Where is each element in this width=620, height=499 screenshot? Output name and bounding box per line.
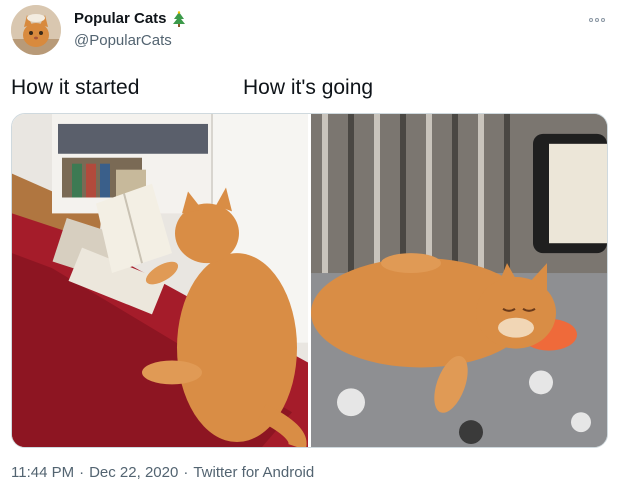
photo-cat-reading[interactable] (12, 114, 308, 447)
tweet-metadata: 11:44 PM · Dec 22, 2020 · Twitter for An… (11, 464, 314, 481)
more-options-dot (595, 18, 599, 22)
photo-cat-sleeping[interactable] (311, 114, 607, 447)
meta-separator: · (79, 464, 85, 481)
tweet-media[interactable] (11, 113, 608, 448)
caption-how-its-going: How it's going (243, 76, 374, 99)
display-name[interactable]: Popular Cats (74, 10, 167, 27)
more-options-button[interactable] (585, 13, 609, 27)
tweet-client-link[interactable]: Twitter for Android (193, 464, 314, 481)
caption-how-it-started: How it started (11, 76, 140, 99)
tweet-date[interactable]: Dec 22, 2020 (89, 464, 178, 481)
tweet-card: Popular Cats @PopularCats How it started… (0, 0, 620, 499)
christmas-tree-icon (172, 10, 186, 27)
tweet-time[interactable]: 11:44 PM (11, 464, 74, 481)
cat-avatar-image (11, 5, 61, 55)
user-handle[interactable]: @PopularCats (74, 32, 172, 49)
cat-sleeping-image (311, 114, 607, 447)
more-options-icon (589, 18, 593, 22)
avatar[interactable] (11, 5, 61, 55)
meta-separator: · (183, 464, 189, 481)
cat-reading-image (12, 114, 308, 447)
more-options-dot (601, 18, 605, 22)
author-name-row: Popular Cats (74, 10, 186, 27)
